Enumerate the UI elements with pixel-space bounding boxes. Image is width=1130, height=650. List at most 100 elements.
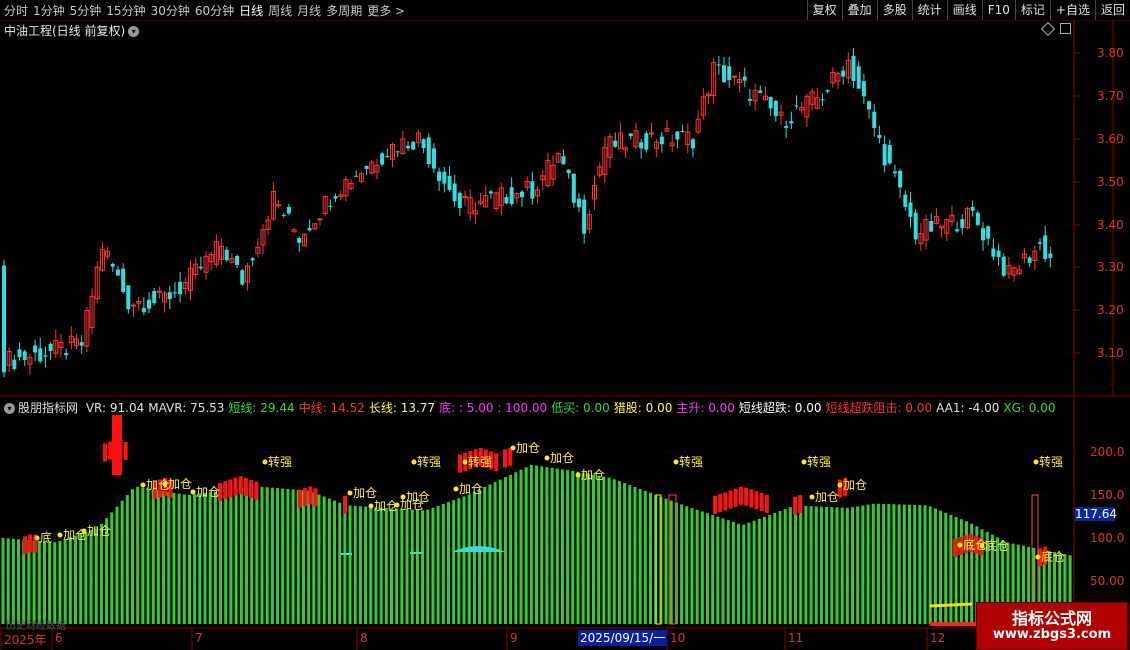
signal-dot [453,486,459,492]
candle-body-down [147,299,152,309]
indicator-red-bar [249,479,254,498]
indicator-red-bar [298,489,302,508]
indicator-bar [193,494,197,624]
signal-label: 加仓 [581,468,605,482]
signal-dot [837,482,843,488]
indicator-red-bar [713,495,717,514]
indicator-bar [529,464,533,624]
signal-label: 转强 [468,454,492,469]
indicator-bar [716,516,720,624]
indicator-bar [597,475,601,624]
price-tick: 3.70 [1097,89,1124,103]
indicator-bar [778,511,782,624]
indicator-red-bar [103,443,107,462]
indicator-red-bar [494,453,499,472]
indicator-bar [462,496,466,624]
indicator-bar [540,466,544,624]
indicator-bar [514,472,518,624]
candle-body-up [731,75,737,78]
indicator-bar [695,509,699,624]
indicator-bar [426,509,430,624]
indicator-bar [1,538,5,624]
date-label: 8 [360,631,368,645]
indicator-bar [638,488,642,624]
indicator-header: ▾ 股朋指标网 VR: 91.04 MAVR: 75.53 短线: 29.44 中线: … [4,399,1063,416]
selected-date: 2025/09/15/一 [578,630,668,646]
signal-dot [140,482,146,488]
signal-label: 加仓 [353,486,377,500]
indicator-bar [535,465,539,624]
candle-body-down [1043,235,1048,259]
signal-dot [544,455,550,461]
indicator-name[interactable]: 股朋指标网 [18,401,78,415]
indicator-bar [954,517,958,624]
signal-label: 加仓 [196,485,220,499]
indicator-bar [918,505,922,624]
date-label: 7 [195,631,203,645]
indicator-bar [131,489,134,624]
signal-dot [347,490,353,496]
candle-body-down [856,66,861,89]
chevron-down-icon[interactable]: ▾ [128,26,140,37]
indicator-bar [612,479,616,624]
indicator-bar [63,539,67,624]
indicator-bar [343,504,347,624]
indicator-red-bar [303,488,308,507]
indicator-red-bar [243,478,248,497]
candle-body-down [996,250,1001,258]
indicator-bar [488,484,492,624]
indicator-bar [560,469,564,624]
candle-body-down [235,255,240,265]
watermark-url: www.zbgs3.com [992,627,1112,642]
candle-body-down [690,139,695,149]
chart-canvas[interactable]: 底加仓 加仓加仓加仓加仓转强加仓加仓 加仓加仓转强加仓转强加仓加仓加仓转强 转强加仓加… [0,0,1130,650]
signal-dot [411,459,417,465]
candle-body-down [152,291,157,304]
indicator-bar [405,509,409,624]
signal-dot [162,481,168,487]
indicator-bar [390,508,393,624]
signal-label: 底 [40,530,52,545]
signal-label: 转强 [679,454,703,469]
candle-body-down [986,226,991,239]
candle-body-down [659,136,664,145]
indicator-bar [623,483,627,624]
indicator-bar [871,503,875,624]
indicator-red-bar [28,534,33,553]
signal-label: 转强 [807,454,831,469]
indicator-bar [923,505,927,624]
indicator-red-bar [749,489,754,508]
indicator-tick: 200.0 [1090,445,1125,459]
candle-body-down [887,145,892,164]
candle-body-down [385,155,390,158]
candle-body-down [722,65,727,83]
indicator-bar [17,539,21,624]
indicator-bar [84,531,88,624]
signal-dot [957,542,963,548]
candle-body-down [281,214,286,216]
candle-body-down [903,194,908,207]
candle-body-down [991,248,996,257]
indicator-bar [53,542,57,624]
indicator-bar [436,505,440,624]
indicator-bar [99,523,103,624]
indicator-red-bar [953,538,957,557]
candle-body-down [64,353,69,355]
indicator-bar [617,481,621,624]
candle-body-down [426,137,431,165]
signal-label: 加仓 [374,499,398,513]
indicator-bar [431,507,435,624]
indicator-red-bar [764,494,769,513]
indicator-bar [628,485,632,624]
indicator-bar [32,540,36,624]
window-icon[interactable] [1060,23,1071,34]
indicator-bar [6,538,10,624]
candle-body-down [297,238,302,243]
indicator-red-bar [308,486,313,505]
indicator-menu-icon[interactable]: ▾ [4,403,15,414]
candle-body-down [411,141,416,150]
indicator-bar [446,502,450,624]
candle-body-down [437,171,442,182]
indicator-red-bar [313,488,318,507]
date-label: 2025年 [4,633,47,647]
